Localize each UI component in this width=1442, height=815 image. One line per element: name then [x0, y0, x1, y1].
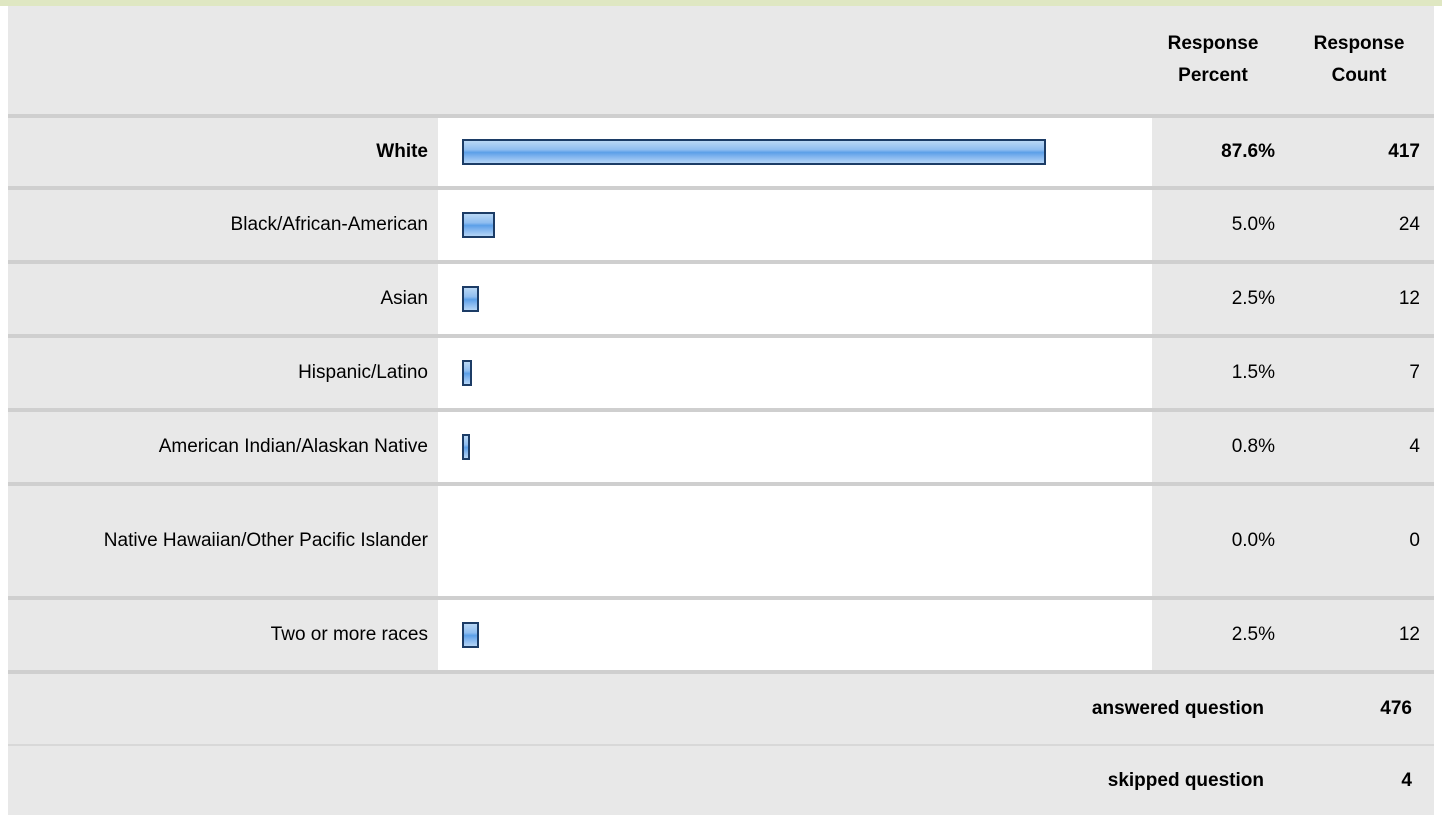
response-percent: 0.0% [1231, 530, 1275, 551]
skipped-label: skipped question [1107, 769, 1264, 791]
data-bar [462, 212, 495, 238]
data-bar [462, 434, 470, 460]
response-percent: 87.6% [1221, 141, 1275, 162]
category-label: White [376, 141, 428, 162]
table-row: Hispanic/Latino 1.5% 7 [8, 338, 1434, 408]
response-count: 0 [1409, 530, 1420, 551]
response-count: 7 [1409, 362, 1420, 383]
response-percent: 0.8% [1231, 436, 1275, 457]
data-bar [462, 286, 479, 312]
table-header: Response Percent Response Count [8, 6, 1434, 114]
response-count: 24 [1398, 214, 1420, 235]
response-percent: 1.5% [1231, 362, 1275, 383]
bar-cell [438, 264, 1152, 334]
answered-label: answered question [1091, 698, 1264, 719]
table-row: White 87.6% 417 [8, 118, 1434, 186]
survey-results: Response Percent Response Count White 87.… [0, 0, 1442, 815]
data-bar [462, 139, 1046, 165]
table-row: Two or more races 2.5% 12 [8, 600, 1434, 670]
data-bar [462, 622, 479, 648]
response-percent-header-text: Response Percent [1167, 33, 1259, 86]
bar-cell [438, 118, 1152, 186]
category-label: Asian [380, 288, 428, 309]
bar-cell [438, 486, 1152, 596]
response-count: 12 [1398, 624, 1420, 645]
category-label: Two or more races [270, 624, 428, 645]
bar-cell [438, 190, 1152, 260]
answered-value: 476 [1380, 698, 1412, 719]
category-label: Hispanic/Latino [298, 362, 428, 383]
response-percent: 5.0% [1231, 214, 1275, 235]
response-count: 417 [1388, 141, 1420, 162]
response-count-header: Response Count [1288, 6, 1430, 114]
category-label: American Indian/Alaskan Native [158, 436, 428, 457]
bar-cell [438, 412, 1152, 482]
table-row: American Indian/Alaskan Native 0.8% 4 [8, 412, 1434, 482]
skipped-row: skipped question 4 [8, 746, 1434, 815]
data-bar [462, 360, 472, 386]
bar-cell [438, 600, 1152, 670]
skipped-value: 4 [1401, 769, 1412, 791]
response-percent-header: Response Percent [1148, 6, 1278, 114]
response-count: 4 [1409, 436, 1420, 457]
response-count: 12 [1398, 288, 1420, 309]
table-row: Asian 2.5% 12 [8, 264, 1434, 334]
table-row: Native Hawaiian/Other Pacific Islander 0.… [8, 486, 1434, 596]
answered-row: answered question 476 [8, 674, 1434, 744]
category-label: Black/African-American [230, 214, 428, 235]
response-percent: 2.5% [1231, 624, 1275, 645]
response-count-header-text: Response Count [1313, 33, 1405, 86]
category-label: Native Hawaiian/Other Pacific Islander [103, 530, 428, 551]
response-percent: 2.5% [1231, 288, 1275, 309]
table-row: Black/African-American 5.0% 24 [8, 190, 1434, 260]
bar-cell [438, 338, 1152, 408]
